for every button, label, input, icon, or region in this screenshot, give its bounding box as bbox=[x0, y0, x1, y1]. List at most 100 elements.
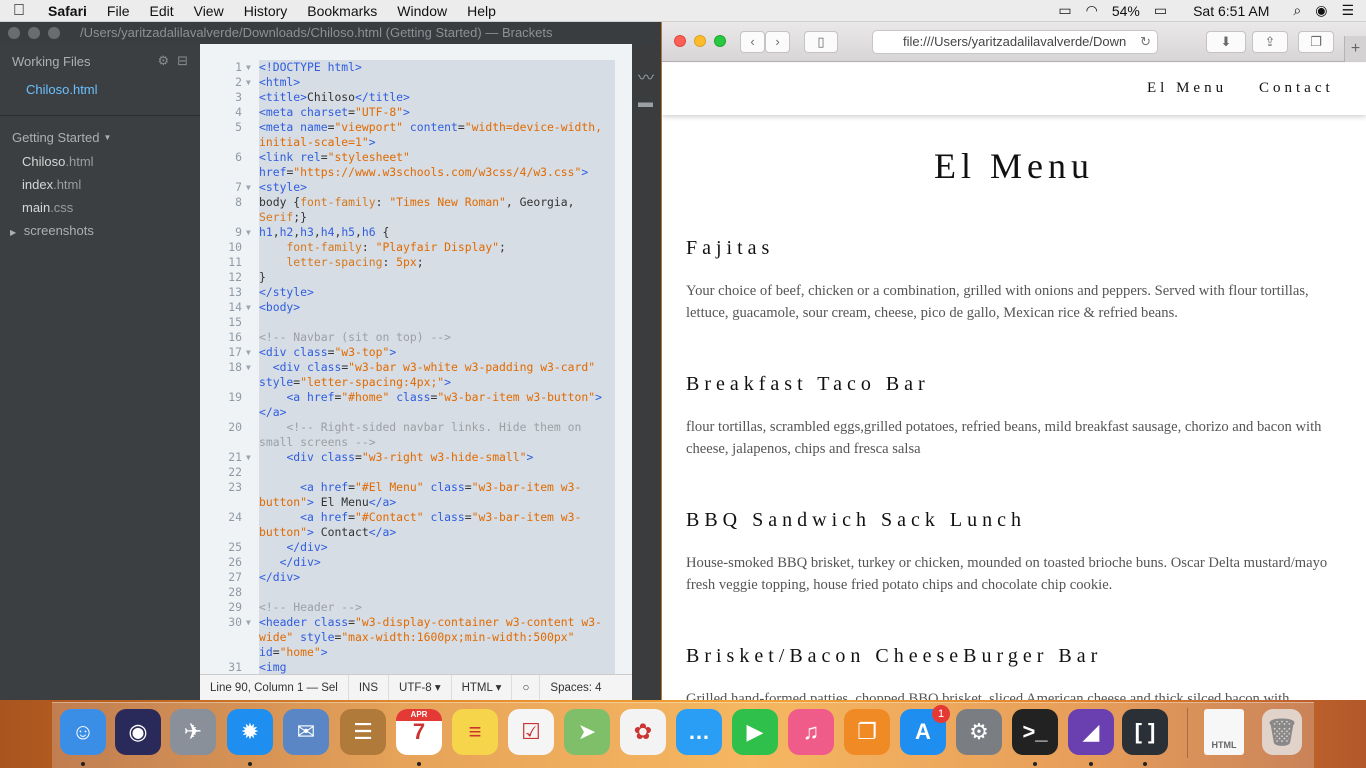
dock-app-app-store-icon[interactable]: A1 bbox=[900, 705, 950, 755]
dock-app-photos-icon[interactable]: ✿ bbox=[620, 709, 666, 755]
file-tree-item[interactable]: Chiloso.html bbox=[0, 150, 200, 173]
code-line[interactable]: 14 ▼ <body> bbox=[200, 300, 632, 315]
dock-app-brackets-icon[interactable]: [ ] bbox=[1122, 709, 1168, 766]
code-line[interactable]: 3 <title>Chiloso</title> bbox=[200, 90, 632, 105]
dock-app-maps-icon[interactable]: ➤ bbox=[564, 709, 610, 755]
notification-center-icon[interactable]: ☰ bbox=[1341, 2, 1354, 19]
airplay-icon[interactable]: ▭ bbox=[1058, 2, 1071, 19]
code-line[interactable]: 10 font-family: "Playfair Display"; bbox=[200, 240, 632, 255]
sidebar-toggle-button[interactable]: ▯ bbox=[804, 31, 838, 53]
fold-toggle-icon[interactable]: ▼ bbox=[246, 615, 251, 630]
dock-app-calendar-icon[interactable]: 7 APR bbox=[396, 709, 442, 766]
menu-file[interactable]: File bbox=[97, 3, 140, 19]
code-line[interactable]: 12} bbox=[200, 270, 632, 285]
code-line[interactable]: 9 ▼ h1,h2,h3,h4,h5,h6 { bbox=[200, 225, 632, 240]
code-line[interactable]: 23 <a href="#El Menu" class="w3-bar-item… bbox=[200, 480, 632, 510]
dock-app-contacts-icon[interactable]: ☰ bbox=[340, 709, 386, 755]
code-line[interactable]: 26 </div> bbox=[200, 555, 632, 570]
split-view-icon[interactable]: ⊟ bbox=[177, 53, 188, 69]
code-line[interactable]: 28 bbox=[200, 585, 632, 600]
menu-view[interactable]: View bbox=[184, 3, 234, 19]
code-editor[interactable]: 1 ▼ <!DOCTYPE html> 2 ▼ <html> 3 <title>Chiloso… bbox=[200, 44, 632, 696]
dock-app-visual-studio-icon[interactable]: ◢ bbox=[1068, 709, 1114, 766]
menubar-clock[interactable]: Sat 6:51 AM bbox=[1193, 3, 1269, 19]
code-line[interactable]: 15 bbox=[200, 315, 632, 330]
code-line[interactable]: 16 <!-- Navbar (sit on top) --> bbox=[200, 330, 632, 345]
code-line[interactable]: 18 ▼ <div class="w3-bar w3-white w3-paddi… bbox=[200, 360, 632, 390]
menu-history[interactable]: History bbox=[234, 3, 298, 19]
code-line[interactable]: 5 <meta name="viewport" content="width=de… bbox=[200, 120, 632, 150]
fold-toggle-icon[interactable]: ▼ bbox=[246, 60, 251, 75]
share-button[interactable]: ⇪ bbox=[1252, 31, 1288, 53]
downloads-button[interactable]: ⬇ bbox=[1206, 31, 1246, 53]
linter-status-icon[interactable]: ○ bbox=[512, 674, 541, 701]
menu-edit[interactable]: Edit bbox=[139, 3, 183, 19]
code-line[interactable]: 22 bbox=[200, 465, 632, 480]
reload-icon[interactable]: ↻ bbox=[1140, 31, 1151, 53]
fold-toggle-icon[interactable]: ▼ bbox=[246, 345, 251, 360]
code-line[interactable]: 20 <!-- Right-sided navbar links. Hide t… bbox=[200, 420, 632, 450]
trash-icon[interactable]: 🗑 bbox=[1262, 709, 1302, 755]
file-tree-item[interactable]: main.css bbox=[0, 196, 200, 219]
code-line[interactable]: 11 letter-spacing: 5px; bbox=[200, 255, 632, 270]
code-line[interactable]: 2 ▼ <html> bbox=[200, 75, 632, 90]
fold-toggle-icon[interactable]: ▼ bbox=[246, 360, 251, 375]
dock-app-launchpad-icon[interactable]: ✈ bbox=[170, 709, 216, 755]
nav-link-contact[interactable]: Contact bbox=[1259, 80, 1334, 97]
code-line[interactable]: 13 </style> bbox=[200, 285, 632, 300]
code-line[interactable]: 24 <a href="#Contact" class="w3-bar-item… bbox=[200, 510, 632, 540]
minimize-button[interactable] bbox=[694, 35, 706, 47]
wifi-icon[interactable]: ◠ bbox=[1086, 2, 1098, 19]
apple-icon[interactable]:  bbox=[0, 2, 38, 20]
indent-setting[interactable]: Spaces: 4 bbox=[540, 675, 611, 701]
address-bar[interactable]: file:///Users/yaritzadalilavalverde/Down… bbox=[872, 30, 1158, 54]
code-line[interactable]: 27 </div> bbox=[200, 570, 632, 585]
nav-link-el-menu[interactable]: El Menu bbox=[1147, 80, 1227, 97]
menu-bookmarks[interactable]: Bookmarks bbox=[297, 3, 387, 19]
fold-toggle-icon[interactable]: ▼ bbox=[246, 300, 251, 315]
dock-app-siri-icon[interactable]: ◉ bbox=[115, 709, 161, 755]
new-tab-button[interactable]: + bbox=[1344, 36, 1366, 62]
zoom-button[interactable] bbox=[714, 35, 726, 47]
code-line[interactable]: 31 <img bbox=[200, 660, 632, 675]
code-line[interactable]: 4 <meta charset="UTF-8"> bbox=[200, 105, 632, 120]
file-tree-item[interactable]: index.html bbox=[0, 173, 200, 196]
back-button[interactable]: ‹ bbox=[740, 31, 765, 53]
dock-app-facetime-icon[interactable]: ▶ bbox=[732, 709, 778, 755]
encoding-dropdown[interactable]: UTF-8 ▾ bbox=[389, 674, 452, 701]
live-preview-icon[interactable]: 〰 bbox=[638, 64, 654, 88]
minimize-button[interactable] bbox=[28, 27, 40, 39]
dock-app-safari-icon[interactable]: ✹ bbox=[227, 709, 273, 766]
insert-mode[interactable]: INS bbox=[349, 674, 390, 701]
zoom-button[interactable] bbox=[48, 27, 60, 39]
code-line[interactable]: 1 ▼ <!DOCTYPE html> bbox=[200, 60, 632, 75]
extension-manager-icon[interactable]: ▬ bbox=[638, 94, 653, 111]
menu-help[interactable]: Help bbox=[457, 3, 506, 19]
fold-toggle-icon[interactable]: ▼ bbox=[246, 225, 251, 240]
project-dropdown[interactable]: Getting Started ▼ bbox=[0, 124, 200, 150]
code-line[interactable]: 25 </div> bbox=[200, 540, 632, 555]
dock-app-system-preferences-icon[interactable]: ⚙ bbox=[956, 709, 1002, 755]
tabs-button[interactable]: ❐ bbox=[1298, 31, 1334, 53]
dock-app-ibooks-icon[interactable]: ❐ bbox=[844, 709, 890, 755]
dock-app-itunes-icon[interactable]: ♫ bbox=[788, 709, 834, 755]
dock-app-reminders-icon[interactable]: ☑ bbox=[508, 709, 554, 755]
close-button[interactable] bbox=[674, 35, 686, 47]
html-file-icon[interactable]: HTML bbox=[1204, 709, 1244, 755]
siri-icon[interactable]: ◉ bbox=[1315, 2, 1327, 19]
battery-percent[interactable]: 54% bbox=[1112, 3, 1140, 19]
code-line[interactable]: 8 body {font-family: "Times New Roman", G… bbox=[200, 195, 632, 225]
close-button[interactable] bbox=[8, 27, 20, 39]
working-file-item[interactable]: Chiloso.html bbox=[0, 78, 200, 101]
dock-app-mail-icon[interactable]: ✉ bbox=[283, 709, 329, 755]
menu-app-safari[interactable]: Safari bbox=[38, 3, 97, 19]
forward-button[interactable]: › bbox=[765, 31, 790, 53]
folder-screenshots[interactable]: ▶ screenshots bbox=[0, 219, 200, 242]
code-line[interactable]: 30 ▼ <header class="w3-display-container w… bbox=[200, 615, 632, 660]
language-dropdown[interactable]: HTML ▾ bbox=[452, 674, 513, 701]
code-line[interactable]: 21 ▼ <div class="w3-right w3-hide-small"> bbox=[200, 450, 632, 465]
code-line[interactable]: 6 <link rel="stylesheet" href="https://ww… bbox=[200, 150, 632, 180]
gear-icon[interactable]: ⚙ bbox=[157, 53, 169, 69]
dock-app-messages-icon[interactable]: … bbox=[676, 709, 722, 755]
code-line[interactable]: 7 ▼ <style> bbox=[200, 180, 632, 195]
